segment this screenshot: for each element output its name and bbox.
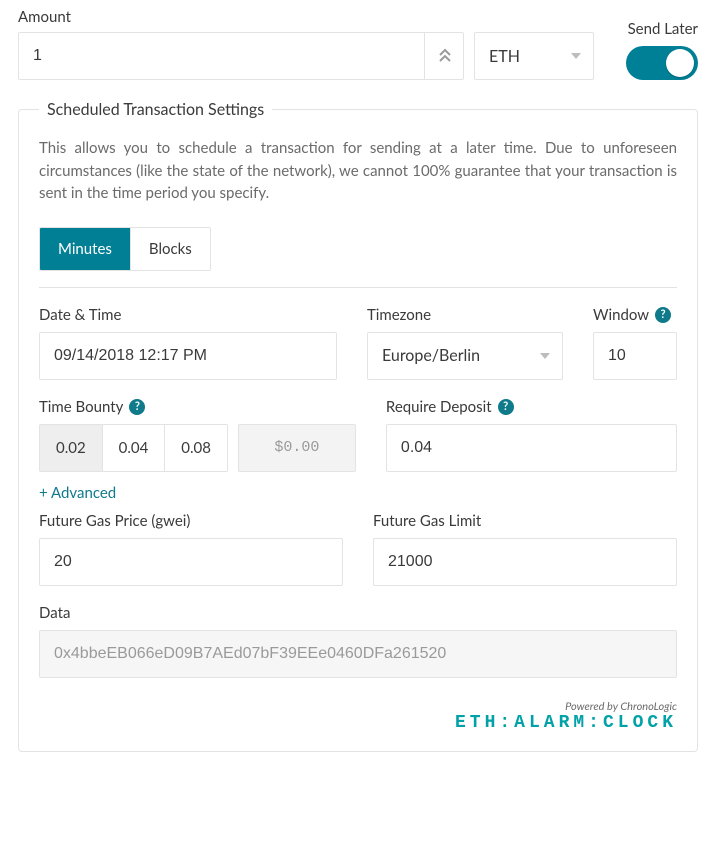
bounty-option-1[interactable]: 0.04: [103, 425, 166, 471]
currency-value: ETH: [489, 47, 520, 66]
powered-by: Powered by ChronoLogic: [39, 700, 677, 713]
amount-input[interactable]: [18, 32, 464, 80]
amount-max-button[interactable]: [424, 32, 464, 80]
datetime-input[interactable]: [39, 332, 337, 380]
send-later-label: Send Later: [628, 20, 698, 38]
send-later-toggle[interactable]: [626, 46, 698, 80]
panel-footer: Powered by ChronoLogic ETH:ALARM:CLOCK: [39, 700, 677, 733]
window-label: Window: [593, 306, 649, 324]
scheduled-settings-panel: Scheduled Transaction Settings This allo…: [18, 100, 698, 752]
schedule-mode-tabs: Minutes Blocks: [39, 227, 211, 271]
deposit-label: Require Deposit: [386, 398, 492, 416]
bounty-segmented: 0.02 0.04 0.08: [39, 424, 228, 472]
amount-label: Amount: [18, 8, 594, 26]
future-gas-limit-label: Future Gas Limit: [373, 512, 481, 530]
future-gas-price-input[interactable]: [39, 538, 343, 586]
future-gas-limit-input[interactable]: [373, 538, 677, 586]
help-icon[interactable]: ?: [129, 399, 145, 415]
eth-alarm-clock-brand: ETH:ALARM:CLOCK: [39, 713, 677, 733]
bounty-label: Time Bounty: [39, 398, 123, 416]
chevron-down-icon: [540, 353, 550, 359]
chevron-double-up-icon: [438, 48, 452, 64]
toggle-knob: [666, 49, 694, 77]
bounty-option-2[interactable]: 0.08: [165, 425, 227, 471]
timezone-select[interactable]: Europe/Berlin: [367, 332, 563, 380]
currency-select[interactable]: ETH: [474, 32, 594, 80]
timezone-label: Timezone: [367, 306, 431, 324]
tab-minutes[interactable]: Minutes: [40, 228, 131, 270]
panel-legend: Scheduled Transaction Settings: [39, 100, 272, 119]
data-input: [39, 630, 677, 678]
data-label: Data: [39, 604, 70, 622]
window-input[interactable]: [593, 332, 677, 380]
timezone-value: Europe/Berlin: [382, 346, 480, 365]
panel-description: This allows you to schedule a transactio…: [39, 137, 677, 205]
future-gas-price-label: Future Gas Price (gwei): [39, 512, 190, 530]
deposit-input[interactable]: [386, 424, 677, 472]
chevron-down-icon: [571, 53, 581, 59]
tab-blocks[interactable]: Blocks: [131, 228, 210, 270]
help-icon[interactable]: ?: [498, 399, 514, 415]
bounty-usd-display: $0.00: [238, 424, 356, 472]
advanced-toggle[interactable]: + Advanced: [39, 484, 356, 502]
help-icon[interactable]: ?: [655, 307, 671, 323]
divider: [39, 287, 677, 288]
bounty-option-0[interactable]: 0.02: [40, 425, 103, 471]
datetime-label: Date & Time: [39, 306, 121, 324]
